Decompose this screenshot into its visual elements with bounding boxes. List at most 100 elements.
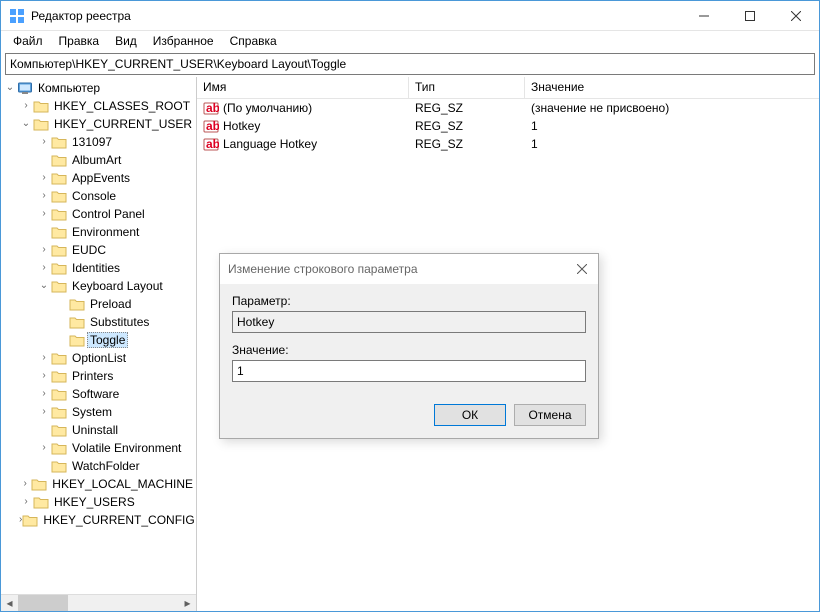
maximize-button[interactable] [727,1,773,30]
tree-item[interactable]: › Printers [1,367,196,385]
edit-string-dialog: Изменение строкового параметра Параметр:… [219,253,599,439]
tree-item[interactable]: ›EUDC [1,241,196,259]
expand-icon[interactable]: › [37,441,51,455]
tree-item[interactable]: › System [1,403,196,421]
list-row[interactable]: (По умолчанию)REG_SZ(значение не присвое… [197,99,819,117]
tree-item-label: AlbumArt [69,153,124,167]
menu-item[interactable]: Файл [5,32,51,50]
tree-item[interactable]: ⌄ Keyboard Layout [1,277,196,295]
expand-icon[interactable]: › [37,243,51,257]
scroll-left-icon[interactable]: ◂ [1,595,18,611]
tree-item-label: Control Panel [69,207,148,221]
tree-item[interactable]: › Control Panel [1,205,196,223]
tree-item-label: OptionList [69,351,129,365]
tree-item-label: HKEY_LOCAL_MACHINE [49,477,196,491]
tree-item-label: System [69,405,115,419]
tree-panel[interactable]: ⌄Компьютер › HKEY_CLASSES_ROOT ⌄ HKEY_CURREN… [1,77,197,611]
value-name: Language Hotkey [223,137,317,151]
tree-item[interactable]: › OptionList [1,349,196,367]
column-value[interactable]: Значение [525,77,819,98]
menu-item[interactable]: Вид [107,32,145,50]
minimize-button[interactable] [681,1,727,30]
tree-item-label: 131097 [69,135,115,149]
expand-icon[interactable]: › [37,207,51,221]
menu-bar: ФайлПравкаВидИзбранноеСправка [1,31,819,51]
tree-item[interactable]: ⌄Компьютер [1,79,196,97]
expand-icon[interactable]: › [37,171,51,185]
menu-item[interactable]: Избранное [145,32,222,50]
expand-icon[interactable]: ⌄ [3,81,17,95]
close-button[interactable] [773,1,819,30]
tree-item[interactable]: › AppEvents [1,169,196,187]
cancel-button[interactable]: Отмена [514,404,586,426]
menu-item[interactable]: Правка [51,32,108,50]
expand-icon[interactable]: ⌄ [19,117,33,131]
tree-item-label: Volatile Environment [69,441,184,455]
ok-button[interactable]: ОК [434,404,506,426]
expand-icon[interactable]: › [37,387,51,401]
list-row[interactable]: Language HotkeyREG_SZ1 [197,135,819,153]
tree-item[interactable]: WatchFolder [1,457,196,475]
dialog-close-button[interactable] [566,255,598,283]
value-data: 1 [525,119,819,133]
tree-hscroll[interactable]: ◂ ▸ [1,594,196,611]
tree-item[interactable]: Environment [1,223,196,241]
tree-item[interactable]: Uninstall [1,421,196,439]
value-input[interactable] [232,360,586,382]
tree-item-label: HKEY_CLASSES_ROOT [51,99,193,113]
tree-item-label: AppEvents [69,171,133,185]
value-type: REG_SZ [409,119,525,133]
param-input [232,311,586,333]
expand-icon[interactable]: › [37,405,51,419]
expand-icon[interactable]: › [19,477,31,491]
tree-item[interactable]: Toggle [1,331,196,349]
tree-item[interactable]: ›HKEY_CURRENT_CONFIG [1,511,196,529]
tree-item-label: Substitutes [87,315,152,329]
value-name: Hotkey [223,119,260,133]
tree-item[interactable]: › Volatile Environment [1,439,196,457]
expand-icon[interactable]: ⌄ [37,279,51,293]
expand-icon[interactable]: › [19,495,33,509]
tree-item[interactable]: › Software [1,385,196,403]
tree-item[interactable]: › HKEY_LOCAL_MACHINE [1,475,196,493]
value-data: (значение не присвоено) [525,101,819,115]
tree-item[interactable]: AlbumArt [1,151,196,169]
window-title: Редактор реестра [31,9,681,23]
tree-item[interactable]: › 131097 [1,133,196,151]
tree-item[interactable]: Preload [1,295,196,313]
value-data: 1 [525,137,819,151]
value-label: Значение: [232,343,586,357]
tree-item[interactable]: ⌄ HKEY_CURRENT_USER [1,115,196,133]
tree-item[interactable]: › HKEY_USERS [1,493,196,511]
tree-item-label: HKEY_CURRENT_USER [51,117,195,131]
address-bar[interactable]: Компьютер\HKEY_CURRENT_USER\Keyboard Lay… [5,53,815,75]
tree-item[interactable]: Substitutes [1,313,196,331]
expand-icon[interactable]: › [19,99,33,113]
expand-icon[interactable]: › [37,369,51,383]
dialog-title-bar[interactable]: Изменение строкового параметра [220,254,598,284]
scroll-thumb[interactable] [18,595,68,611]
expand-icon[interactable]: › [37,189,51,203]
expand-icon[interactable]: › [37,351,51,365]
tree-item-label: Console [69,189,119,203]
tree-item-label: HKEY_USERS [51,495,138,509]
tree-item-label: Printers [69,369,116,383]
tree-item[interactable]: ›Identities [1,259,196,277]
list-row[interactable]: Hotkey REG_SZ1 [197,117,819,135]
list-body: (По умолчанию)REG_SZ(значение не присвое… [197,99,819,153]
address-text: Компьютер\HKEY_CURRENT_USER\Keyboard Lay… [10,57,346,71]
expand-icon[interactable]: › [37,261,51,275]
tree-item[interactable]: › HKEY_CLASSES_ROOT [1,97,196,115]
reg-string-icon [203,137,219,151]
tree-item-label: Keyboard Layout [69,279,166,293]
tree-item-label: WatchFolder [69,459,143,473]
column-name[interactable]: Имя [197,77,409,98]
tree-item[interactable]: › Console [1,187,196,205]
column-type[interactable]: Тип [409,77,525,98]
tree-item-label: Preload [87,297,134,311]
scroll-right-icon[interactable]: ▸ [179,595,196,611]
expand-icon[interactable]: › [37,135,51,149]
tree-item-label: HKEY_CURRENT_CONFIG [40,513,197,527]
tree-item-label: Software [69,387,122,401]
menu-item[interactable]: Справка [222,32,285,50]
